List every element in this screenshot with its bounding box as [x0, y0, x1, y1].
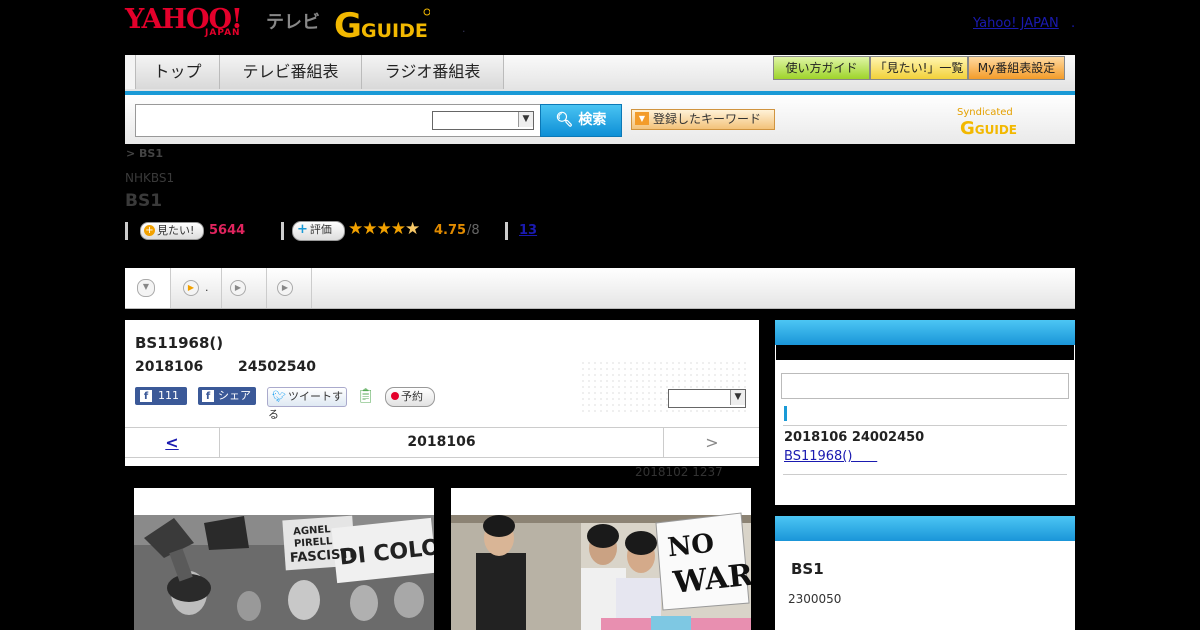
divider [125, 222, 128, 240]
program-title: BS11968() [135, 334, 224, 352]
channel-network: NHKBS1 [125, 171, 175, 185]
sidebar-box-header [775, 516, 1075, 541]
review-count-link[interactable]: 13 [519, 223, 537, 238]
facebook-icon: f [140, 390, 152, 402]
tab-2-label: . [205, 281, 209, 294]
channel-name: BS1 [125, 191, 163, 211]
mitai-count: 5644 [209, 223, 246, 238]
program-options-select[interactable]: ▼ [668, 389, 746, 408]
divider [281, 222, 284, 240]
chevron-down-icon: ▼ [518, 112, 533, 127]
prev-date-link[interactable]: < [125, 428, 220, 457]
gguide-logo[interactable]: G GUIDE [334, 6, 431, 46]
mitai-button[interactable]: + 見たい! [140, 222, 204, 240]
facebook-like-button[interactable]: f 111 [135, 387, 187, 405]
tab-2[interactable]: ▶ . [171, 268, 222, 308]
tab-4[interactable]: ▶ [267, 268, 312, 308]
registered-keywords-button[interactable]: ▼ 登録したキーワード [631, 109, 775, 130]
breadcrumb: > BS1 [126, 147, 164, 160]
star-icon: ★ [348, 219, 363, 239]
program-photo-2[interactable]: NO WAR [451, 488, 751, 630]
bookmark-icon[interactable]: 📋︎ [357, 387, 375, 405]
play-icon: ▶ [277, 280, 293, 296]
date-navigation: < 2018106 > [125, 427, 759, 458]
reserve-button[interactable]: 予約 [385, 387, 435, 407]
header-dot: . [462, 22, 466, 35]
program-time: 24502540 [238, 359, 316, 375]
search-button[interactable]: 🔍︎ 検索 [540, 104, 622, 137]
mitai-label: 見たい! [157, 224, 195, 237]
divider [505, 222, 508, 240]
tv-logo-text: テレビ [266, 12, 320, 33]
rate-button[interactable]: + 評価 [292, 221, 345, 241]
chevron-down-icon: ▼ [730, 390, 745, 405]
registered-keywords-label: 登録したキーワード [653, 112, 762, 126]
dropdown-arrow-icon: ▼ [635, 112, 649, 125]
sidebar-box-header [775, 320, 1075, 345]
nav-tab-tv-schedule[interactable]: テレビ番組表 [220, 55, 362, 89]
chevron-down-icon: ▼ [137, 279, 155, 297]
svg-text:GUIDE: GUIDE [361, 20, 428, 42]
program-date: 2018106 [135, 359, 204, 375]
mitai-list-button[interactable]: 「見たい!」一覧 [870, 56, 968, 80]
sidebar-section-marker [784, 406, 787, 421]
nav-tab-radio-schedule[interactable]: ラジオ番組表 [362, 55, 504, 89]
syndicated-gguide: Syndicated GGUIDE [957, 107, 1075, 139]
rate-label: 評価 [309, 223, 332, 236]
next-date-link[interactable]: > [663, 428, 760, 457]
search-button-label: 検索 [578, 112, 607, 128]
sidebar-box-related: 2018106 24002450 BS11968() [775, 320, 1075, 505]
search-icon: 🔍︎ [555, 112, 574, 128]
updated-timestamp: 2018102 1237 [635, 465, 723, 479]
yahoo-japan-logo-text: JAPAN [205, 28, 241, 38]
rating-stars: ★★★★★ [348, 219, 420, 239]
play-icon: ▶ [230, 280, 246, 296]
facebook-share-label: シェア [218, 389, 251, 402]
sidebar-channel-text: 2300050 [788, 592, 842, 606]
search-category-select[interactable]: ▼ [432, 111, 534, 130]
program-panel: BS11968() 2018106 24502540 f 111 f シェア 🐦︎ ツ… [125, 320, 759, 466]
facebook-like-count: 111 [158, 389, 179, 402]
divider [783, 425, 1067, 426]
nav-spacer [125, 55, 136, 89]
nav-tab-top[interactable]: トップ [136, 55, 220, 89]
sidebar-program-datetime: 2018106 24002450 [784, 430, 925, 445]
sidebar-input[interactable] [781, 373, 1069, 399]
my-schedule-settings-button[interactable]: My番組表設定 [968, 56, 1065, 80]
tweet-button[interactable]: 🐦︎ ツイートする [267, 387, 347, 421]
tab-1[interactable]: ▼ [125, 268, 171, 308]
star-icon: ★ [376, 219, 392, 239]
photo2-sign-text-1: NO [666, 529, 715, 564]
syndicated-label: Syndicated [957, 107, 1013, 118]
tab-3[interactable]: ▶ [222, 268, 267, 308]
star-icon: ★ [405, 219, 420, 239]
syndicated-logo: GGUIDE [960, 118, 1017, 139]
rating-suffix: /8 [467, 223, 480, 238]
rating-value: 4.75 [434, 223, 467, 238]
svg-text:G: G [334, 6, 362, 42]
program-photo-1[interactable]: AGNEL PIRELL FASCISTI DI COLO [134, 488, 434, 630]
reserve-label: 予約 [401, 390, 423, 403]
sidebar-box-subheader [776, 345, 1074, 360]
plus-icon: + [144, 225, 155, 236]
usage-guide-button[interactable]: 使い方ガイド [773, 56, 870, 80]
facebook-share-button[interactable]: f シェア [198, 387, 256, 405]
search-bar: ▼ 🔍︎ 検索 ▼ 登録したキーワード Syndicated GGUIDE [125, 95, 1075, 144]
record-icon [391, 392, 399, 400]
current-date: 2018106 [407, 434, 476, 450]
sidebar-channel-name: BS1 [791, 560, 824, 578]
global-nav: トップ テレビ番組表 ラジオ番組表 使い方ガイド 「見たい!」一覧 My番組表設… [125, 55, 1075, 95]
schedule-tab-bar: ▼ ▶ . ▶ ▶ [125, 268, 1075, 309]
yahoo-japan-link[interactable]: Yahoo! JAPAN [973, 16, 1059, 31]
sidebar-box-channel: BS1 2300050 [775, 516, 1075, 630]
header-link-dot: . [1071, 16, 1076, 31]
divider [783, 474, 1067, 475]
play-icon: ▶ [183, 280, 199, 296]
plus-icon: + [297, 222, 308, 237]
twitter-bird-icon: 🐦︎ [272, 390, 286, 403]
star-icon: ★ [390, 219, 406, 239]
facebook-icon: f [202, 390, 214, 402]
sidebar-program-link[interactable]: BS11968() [784, 449, 877, 464]
star-icon: ★ [362, 219, 377, 239]
